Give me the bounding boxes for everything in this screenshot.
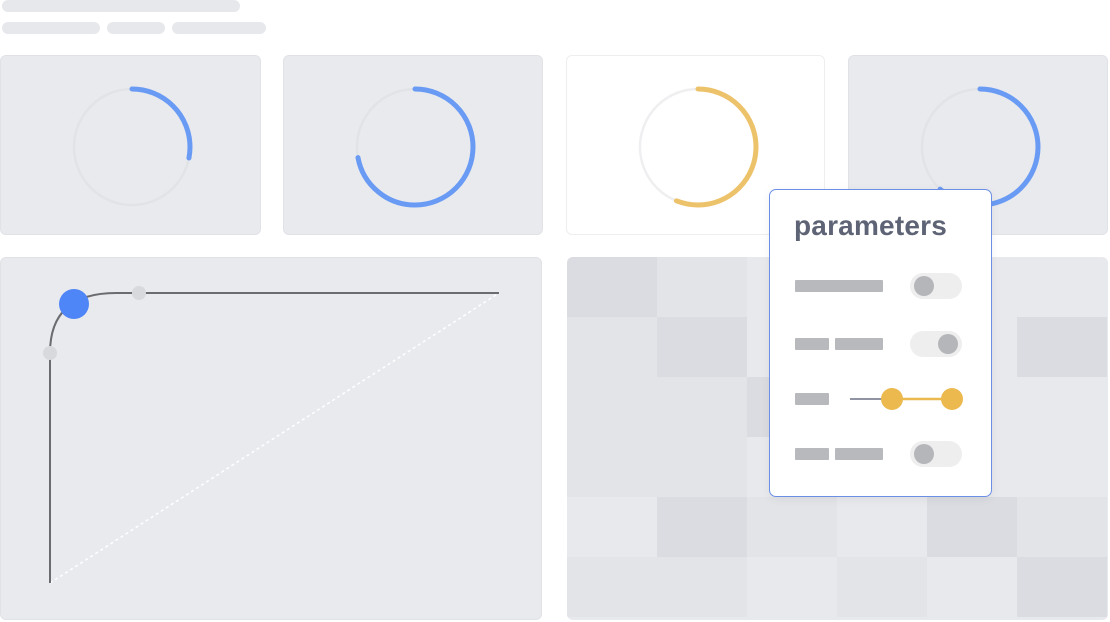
heatmap-cell (837, 557, 927, 617)
curve-anchor-handle[interactable] (59, 289, 89, 319)
progress-ring (354, 86, 476, 208)
param-label-placeholder (835, 448, 883, 460)
heatmap-cell (657, 557, 747, 617)
heatmap-cell (657, 437, 747, 497)
param-label-placeholder (795, 393, 829, 405)
control-point-handle[interactable] (43, 346, 57, 360)
heatmap-cell (567, 377, 657, 437)
parameters-panel: parameters (769, 189, 992, 497)
gauge-card-1[interactable] (0, 55, 261, 235)
heatmap-cell (657, 497, 747, 557)
heatmap-cell (657, 317, 747, 377)
progress-ring (71, 86, 193, 208)
param-label-placeholder (795, 338, 829, 350)
heatmap-cell (567, 557, 657, 617)
heatmap-cell (567, 317, 657, 377)
breadcrumb-placeholder-2[interactable] (107, 22, 165, 34)
param-label-placeholder (835, 338, 883, 350)
param-label-placeholder (795, 448, 829, 460)
heatmap-cell (1017, 557, 1107, 617)
heatmap-cell (567, 257, 657, 317)
heatmap-cell (1017, 317, 1107, 377)
control-point-handle[interactable] (132, 286, 146, 300)
heatmap-cell (657, 257, 747, 317)
param-toggle-2[interactable] (910, 331, 962, 357)
heatmap-cell (747, 497, 837, 557)
curve-editor-card[interactable] (0, 257, 542, 620)
param-toggle-4[interactable] (910, 441, 962, 467)
toggle-knob (914, 276, 934, 296)
gauge-card-2[interactable] (283, 55, 543, 235)
param-label-placeholder (795, 280, 883, 292)
diagonal-guide (49, 292, 500, 584)
heatmap-cell (657, 377, 747, 437)
heatmap-cell (567, 437, 657, 497)
toggle-knob (914, 444, 934, 464)
range-slider[interactable] (848, 385, 968, 413)
slider-handle-low[interactable] (881, 388, 903, 410)
curve-editor (43, 286, 500, 584)
slider-handle-high[interactable] (941, 388, 963, 410)
panel-title: parameters (794, 210, 947, 241)
heatmap-cell (927, 497, 1017, 557)
breadcrumb-placeholder-1[interactable] (2, 22, 100, 34)
heatmap-cell (1017, 497, 1107, 557)
toggle-knob (938, 334, 958, 354)
page-title-placeholder (2, 0, 240, 12)
breadcrumb-placeholder-3[interactable] (172, 22, 266, 34)
param-toggle-1[interactable] (910, 273, 962, 299)
